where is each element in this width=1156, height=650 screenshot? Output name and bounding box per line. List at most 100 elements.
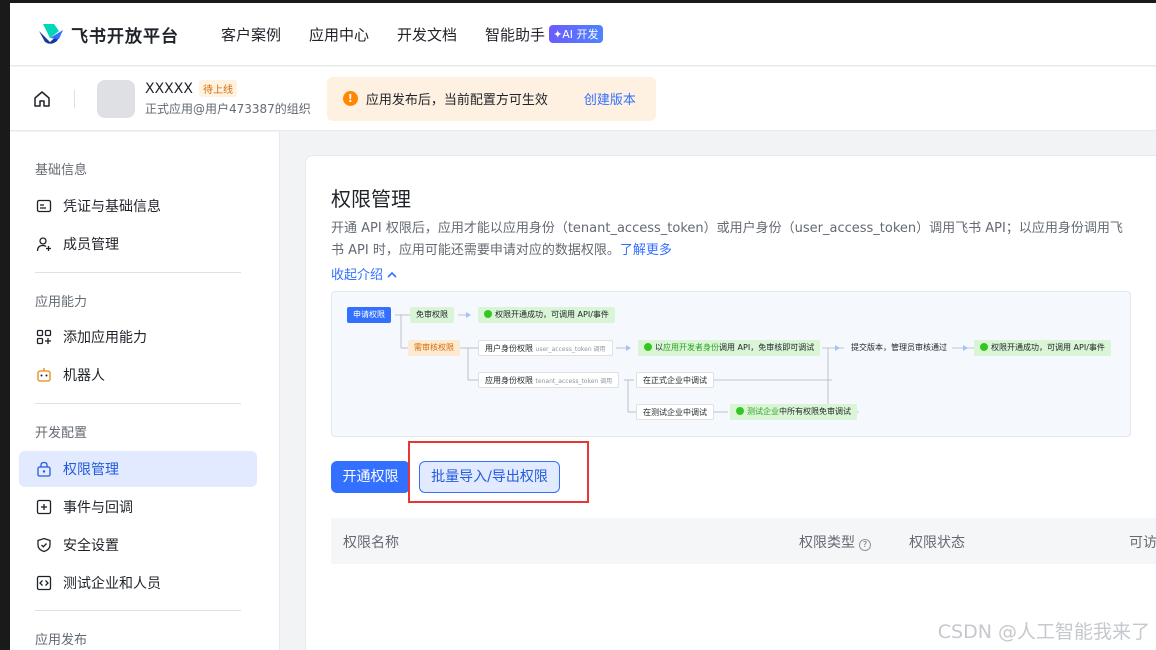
member-add-icon (35, 235, 53, 253)
nav-link-docs[interactable]: 开发文档 (397, 24, 457, 45)
nav-link-assistant[interactable]: 智能助手 ✦AI 开发 (485, 24, 603, 45)
column-permission-name: 权限名称 (343, 535, 399, 551)
column-permission-type-label: 权限类型 (799, 535, 855, 551)
check-icon (980, 343, 988, 351)
sidebar-item-robot[interactable]: 机器人 (19, 357, 257, 393)
event-icon (35, 498, 53, 516)
flow-free-result: 权限开通成功，可调用 API/事件 (478, 307, 615, 323)
sidebar-item-label: 安全设置 (63, 538, 119, 554)
description-text: 开通 API 权限后，应用才能以应用身份（tenant_access_token… (331, 221, 1123, 258)
app-header: XXXXX 待上线 正式应用@用户473387的组织 ! 应用发布后，当前配置方… (10, 67, 1156, 131)
flow-test-enterprise: 测试企业 (747, 407, 779, 416)
publish-notice: ! 应用发布后，当前配置方可生效 创建版本 (326, 76, 656, 121)
permission-table-header: 权限名称 权限类型? 权限状态 可访 (331, 518, 1156, 564)
sidebar-item-add-capability[interactable]: 添加应用能力 (19, 319, 257, 355)
flow-user-permission-label: 用户身份权限 (485, 344, 533, 353)
app-window: 飞书开放平台 客户案例 应用中心 开发文档 智能助手 ✦AI 开发 XXXXX 待… (10, 3, 1156, 650)
app-info: XXXXX 待上线 正式应用@用户473387的组织 (145, 80, 311, 117)
flow-dev-free-suffix: 调用 API，免审核即可调试 (719, 343, 815, 352)
flow-app-permission: 应用身份权限 tenant_access_token 调用 (478, 372, 620, 388)
help-icon[interactable]: ? (859, 539, 871, 551)
sidebar-item-label: 权限管理 (63, 462, 119, 478)
nav-link-app-center[interactable]: 应用中心 (309, 24, 369, 45)
check-icon (736, 407, 744, 415)
grid-add-icon (35, 328, 53, 346)
column-permission-type: 权限类型? (799, 532, 871, 552)
sidebar-item-label: 事件与回调 (63, 500, 133, 516)
main-panel: 权限管理 开通 API 权限后，应用才能以应用身份（tenant_access_… (305, 155, 1156, 650)
flow-prod-debug: 在正式企业中调试 (636, 372, 714, 388)
home-icon[interactable] (32, 89, 52, 109)
brand-name: 飞书开放平台 (71, 26, 179, 47)
sidebar-group-capability: 应用能力 (35, 295, 88, 310)
feishu-logo-icon (39, 24, 63, 44)
flow-dev-identity: 应用开发者身份 (663, 343, 719, 352)
flow-final-result: 权限开通成功，可调用 API/事件 (974, 340, 1111, 356)
notice-text: 应用发布后，当前配置方可生效 (365, 93, 548, 108)
sidebar-item-events[interactable]: 事件与回调 (19, 489, 257, 525)
sidebar-item-test-enterprise[interactable]: 测试企业和人员 (19, 565, 257, 601)
flow-dev-free-prefix: 以 (655, 343, 663, 352)
ai-dev-badge: ✦AI 开发 (549, 24, 603, 43)
top-navigation: 飞书开放平台 客户案例 应用中心 开发文档 智能助手 ✦AI 开发 (10, 3, 1156, 66)
nav-link-cases[interactable]: 客户案例 (221, 24, 281, 45)
app-avatar (97, 79, 135, 118)
warning-icon: ! (342, 91, 358, 106)
csdn-watermark: CSDN @人工智能我来了 (937, 621, 1150, 643)
sidebar-item-members[interactable]: 成员管理 (19, 226, 257, 262)
nav-link-assistant-label: 智能助手 (485, 25, 546, 44)
sidebar-item-security[interactable]: 安全设置 (19, 527, 257, 563)
sidebar-group-dev-config: 开发配置 (35, 426, 88, 441)
sidebar-item-label: 成员管理 (63, 237, 119, 253)
flow-submit-version: 提交版本，管理员审核通过 (851, 343, 947, 352)
enable-permission-button[interactable]: 开通权限 (331, 461, 410, 493)
flow-user-token: user_access_token 调用 (535, 346, 606, 353)
permission-flow-diagram: 申请权限 免审权限 权限开通成功，可调用 API/事件 需审核权限 用户身份权限… (331, 291, 1131, 437)
code-icon (35, 574, 53, 592)
flow-final-result-label: 权限开通成功，可调用 API/事件 (991, 343, 1105, 352)
flow-test-free-debug: 测试企业中所有权限免审调试 (730, 404, 857, 420)
check-icon (644, 343, 652, 351)
flow-tenant-token: tenant_access_token 调用 (535, 378, 613, 385)
sidebar: 基础信息 凭证与基础信息 成员管理 应用能力 添加应用能力 机器人 开发配置 权… (10, 132, 280, 650)
robot-icon (35, 366, 53, 384)
sidebar-group-basic: 基础信息 (35, 163, 88, 178)
check-icon (484, 310, 492, 318)
flow-app-permission-label: 应用身份权限 (485, 376, 533, 385)
sidebar-item-label: 凭证与基础信息 (63, 199, 161, 215)
status-badge: 待上线 (198, 80, 237, 97)
sidebar-item-label: 添加应用能力 (63, 330, 147, 346)
collapse-label: 收起介绍 (331, 268, 384, 283)
app-subtitle: 正式应用@用户473387的组织 (145, 102, 311, 116)
credential-icon (35, 197, 53, 215)
flow-apply-permission: 申请权限 (347, 307, 391, 323)
column-access: 可访 (1129, 535, 1156, 551)
divider (74, 89, 75, 108)
flow-free-result-label: 权限开通成功，可调用 API/事件 (495, 310, 609, 319)
flow-review-permission: 需审核权限 (408, 340, 460, 356)
brand-logo[interactable]: 飞书开放平台 (37, 22, 179, 47)
sidebar-item-label: 机器人 (63, 368, 105, 384)
divider (35, 403, 241, 404)
red-highlight-annotation (408, 441, 589, 503)
flow-dev-free-debug: 以应用开发者身份调用 API，免审核即可调试 (638, 340, 821, 356)
flow-test-free-suffix: 中所有权限免审调试 (779, 407, 851, 416)
sidebar-item-credentials[interactable]: 凭证与基础信息 (19, 188, 257, 224)
page-description: 开通 API 权限后，应用才能以应用身份（tenant_access_token… (331, 218, 1131, 262)
nav-links: 客户案例 应用中心 开发文档 智能助手 ✦AI 开发 (221, 24, 631, 45)
shield-icon (35, 536, 53, 554)
flow-user-permission: 用户身份权限 user_access_token 调用 (478, 340, 613, 356)
chevron-up-icon (387, 271, 397, 278)
page-title: 权限管理 (331, 187, 411, 211)
lock-icon (35, 460, 53, 478)
sidebar-item-permissions[interactable]: 权限管理 (19, 451, 257, 487)
create-version-link[interactable]: 创建版本 (584, 89, 636, 108)
collapse-intro-toggle[interactable]: 收起介绍 (331, 264, 397, 283)
flow-test-debug: 在测试企业中调试 (636, 404, 714, 420)
sidebar-group-publish: 应用发布 (35, 633, 88, 648)
divider (35, 272, 241, 273)
divider (35, 610, 241, 611)
flow-free-permission: 免审权限 (410, 307, 454, 323)
column-permission-status: 权限状态 (909, 535, 965, 551)
learn-more-link[interactable]: 了解更多 (620, 243, 672, 258)
